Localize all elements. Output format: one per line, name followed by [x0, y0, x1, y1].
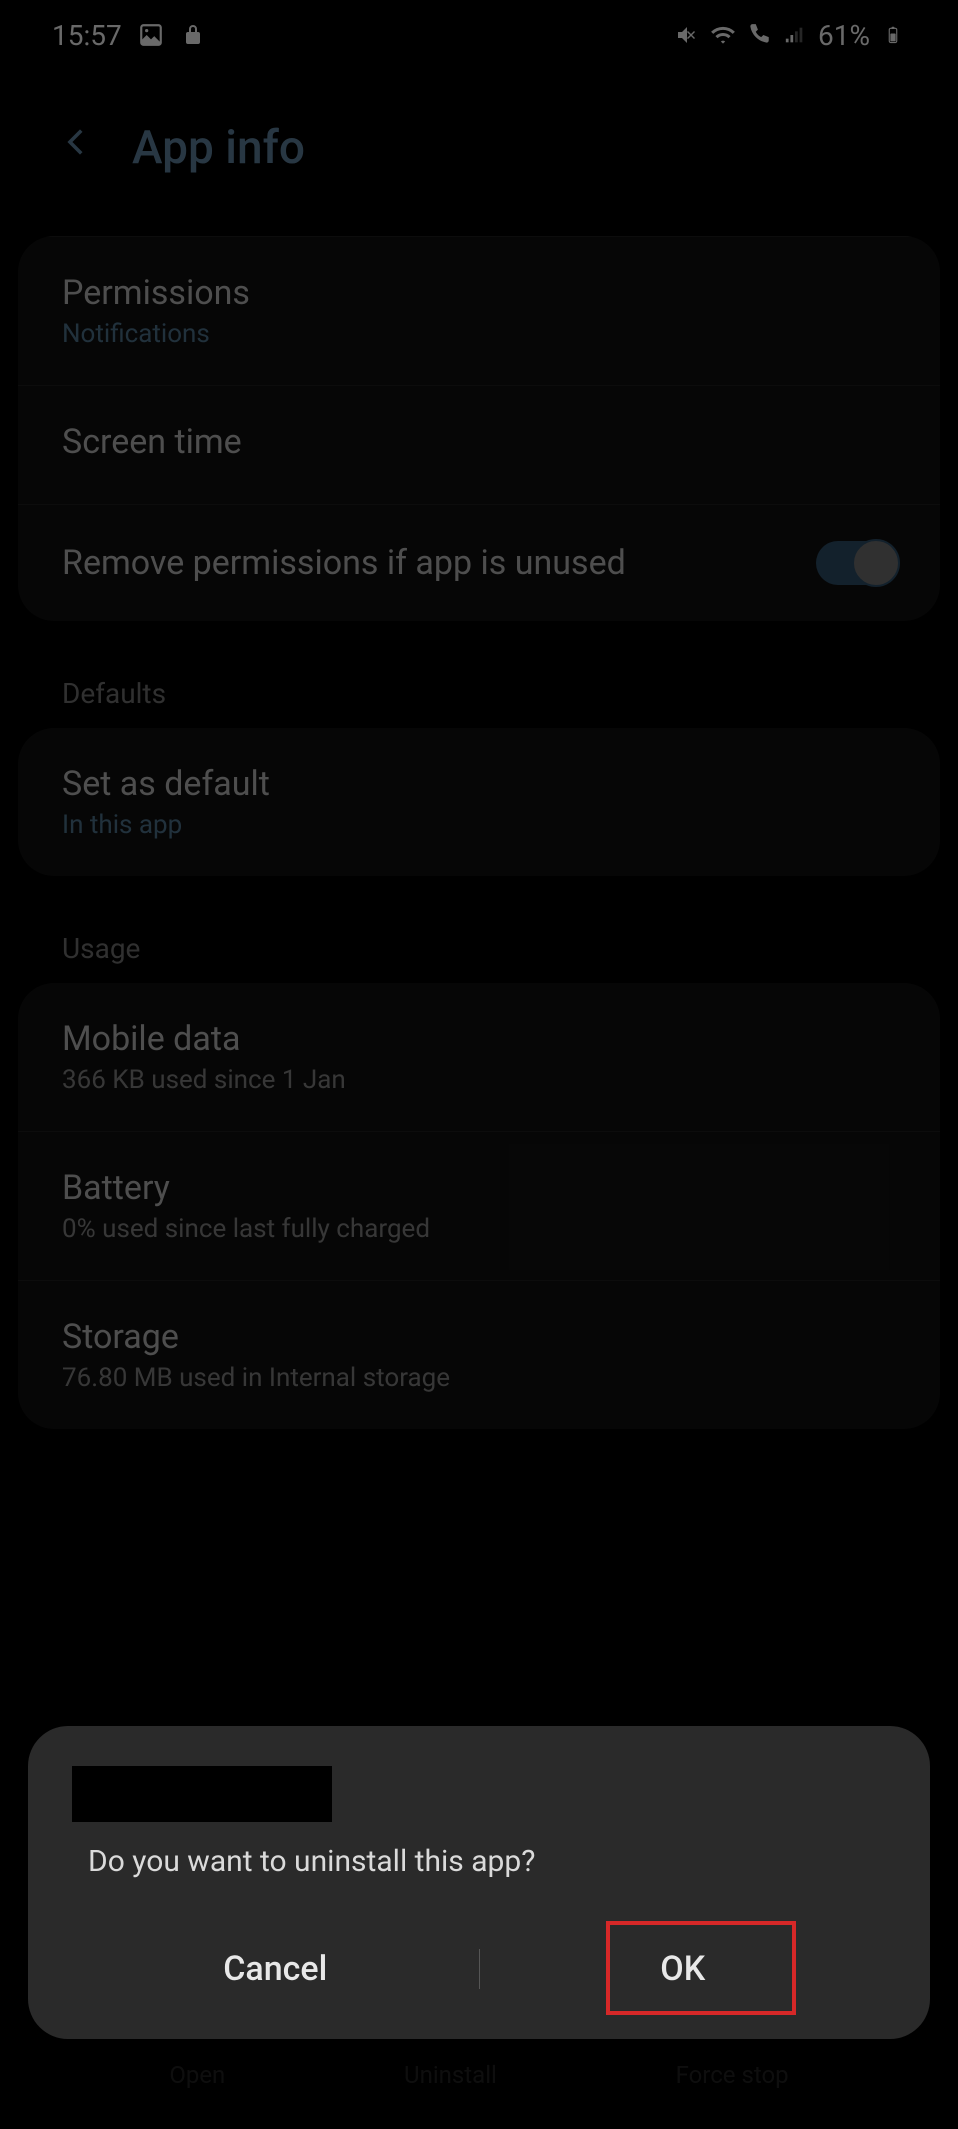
status-left: 15:57 — [52, 19, 206, 52]
battery-icon — [880, 22, 906, 48]
signal-icon — [782, 22, 808, 48]
open-button[interactable]: Open — [169, 2061, 225, 2089]
screen-time-row[interactable]: Screen time — [18, 386, 940, 505]
page-title: App info — [132, 121, 305, 175]
battery-row[interactable]: Battery 0% used since last fully charged — [18, 1132, 940, 1281]
storage-title: Storage — [62, 1317, 896, 1357]
status-bar: 15:57 61% — [0, 0, 958, 70]
status-right: 61% — [674, 19, 906, 52]
screen-time-title: Screen time — [62, 422, 896, 462]
mobile-data-title: Mobile data — [62, 1019, 896, 1059]
settings-card-usage: Mobile data 366 KB used since 1 Jan Batt… — [18, 983, 940, 1429]
permissions-sub: Notifications — [62, 319, 896, 349]
dialog-message: Do you want to uninstall this app? — [72, 1844, 886, 1879]
mobile-data-sub: 366 KB used since 1 Jan — [62, 1065, 896, 1095]
remove-permissions-row[interactable]: Remove permissions if app is unused — [18, 505, 940, 621]
remove-permissions-toggle[interactable] — [816, 541, 896, 585]
permissions-title: Permissions — [62, 273, 896, 313]
mobile-data-row[interactable]: Mobile data 366 KB used since 1 Jan — [18, 983, 940, 1132]
cancel-button[interactable]: Cancel — [72, 1929, 479, 2009]
uninstall-button[interactable]: Uninstall — [404, 2061, 497, 2089]
set-default-sub: In this app — [62, 810, 896, 840]
status-time: 15:57 — [52, 19, 122, 52]
dialog-actions: Cancel OK — [72, 1929, 886, 2009]
image-icon — [138, 22, 164, 48]
storage-row[interactable]: Storage 76.80 MB used in Internal storag… — [18, 1281, 940, 1429]
battery-percent: 61% — [818, 19, 870, 52]
force-stop-button[interactable]: Force stop — [676, 2061, 789, 2089]
permissions-row[interactable]: Permissions Notifications — [18, 236, 940, 386]
page-header: App info — [0, 70, 958, 236]
uninstall-dialog: Do you want to uninstall this app? Cance… — [28, 1726, 930, 2039]
battery-sub: 0% used since last fully charged — [62, 1214, 896, 1244]
back-icon[interactable] — [60, 120, 94, 176]
lock-icon — [180, 22, 206, 48]
set-default-title: Set as default — [62, 764, 896, 804]
storage-sub: 76.80 MB used in Internal storage — [62, 1363, 896, 1393]
battery-title: Battery — [62, 1168, 896, 1208]
settings-card-defaults: Set as default In this app — [18, 728, 940, 876]
settings-card-main: Permissions Notifications Screen time Re… — [18, 236, 940, 621]
toggle-knob — [852, 539, 900, 587]
wifi-icon — [710, 22, 736, 48]
remove-permissions-title: Remove permissions if app is unused — [62, 543, 626, 583]
ok-button[interactable]: OK — [480, 1929, 887, 2009]
bottom-action-bar: Open Uninstall Force stop — [0, 2061, 958, 2089]
defaults-section-header: Defaults — [0, 651, 958, 728]
set-default-row[interactable]: Set as default In this app — [18, 728, 940, 876]
usage-section-header: Usage — [0, 906, 958, 983]
mute-icon — [674, 22, 700, 48]
wifi-calling-icon — [746, 22, 772, 48]
app-name-redacted — [72, 1766, 332, 1822]
